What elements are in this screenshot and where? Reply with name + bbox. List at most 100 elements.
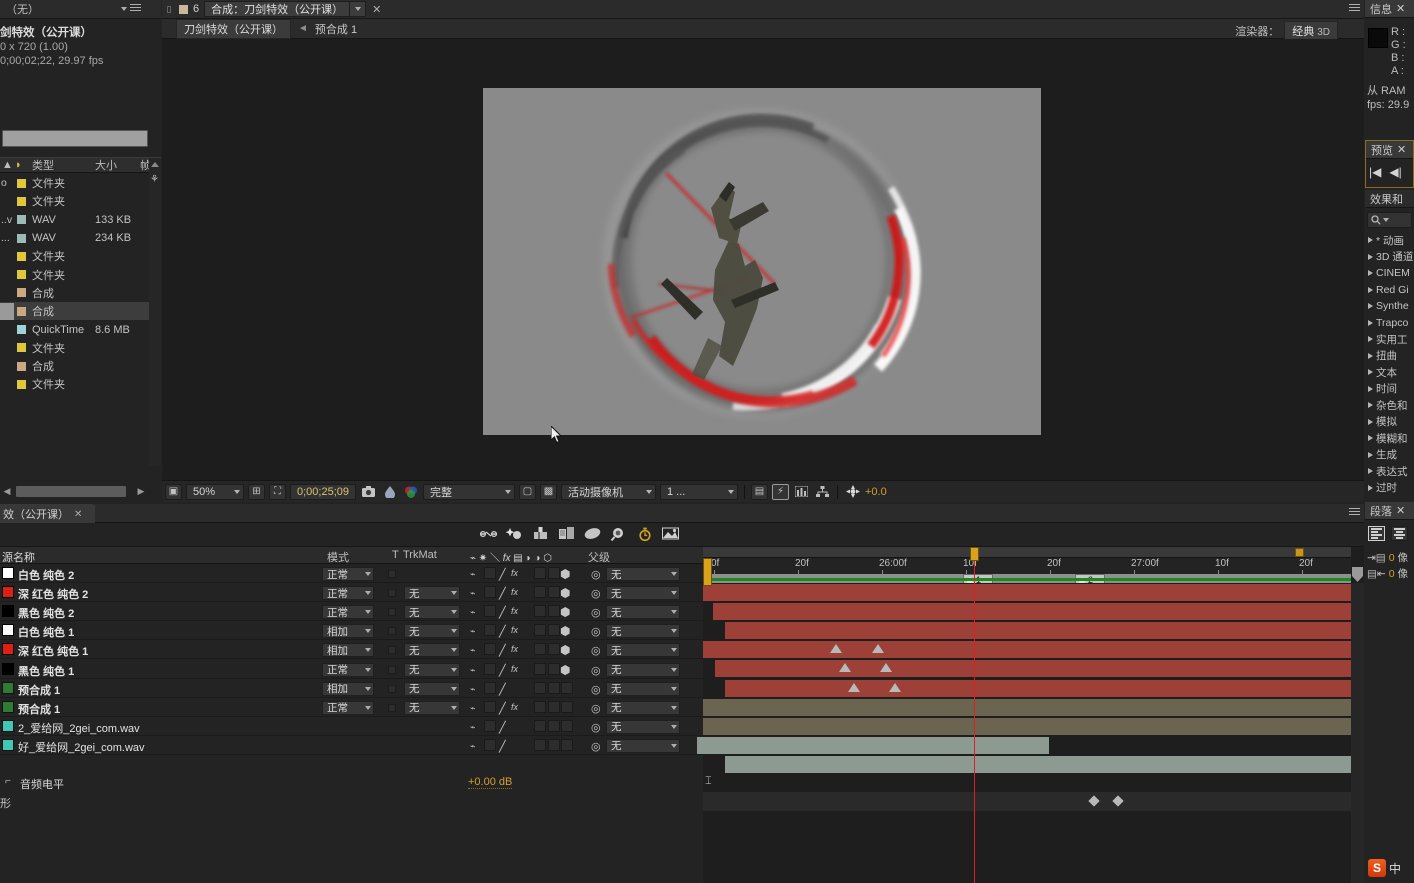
layer-video-switch[interactable]: ⌁: [470, 665, 475, 676]
tab-effects-presets[interactable]: 效果和: [1365, 190, 1414, 208]
timeline-time-area[interactable]: 0f20f26:00f10f20f27:00f10f20f 12 ⌶: [697, 547, 1364, 883]
layer-transform-icon[interactable]: ╱: [499, 625, 506, 638]
indent-left-field[interactable]: ⇥▤ 0 像: [1367, 550, 1408, 565]
item-color-swatch[interactable]: [17, 196, 26, 206]
label-tag-icon[interactable]: ◗: [15, 159, 22, 171]
layer-adjustment-switch[interactable]: [534, 719, 546, 732]
chevron-right-icon[interactable]: [1368, 237, 1373, 244]
parent-pickwhip-icon[interactable]: ◎: [591, 568, 601, 581]
layer-row[interactable]: 好_爱给网_2gei_com.wav ⌁ ╱ ◎ 无: [0, 736, 703, 755]
project-item[interactable]: 合成: [0, 357, 161, 375]
layer-audio-switch[interactable]: [484, 700, 496, 713]
layer-row[interactable]: 深 红色 纯色 2 正常 无 ⌁ ╱ fx ⬢ ◎ 无: [0, 583, 703, 603]
layer-blend-mode[interactable]: 正常: [322, 605, 374, 620]
layer-3d-switch[interactable]: [561, 700, 573, 713]
timeline-zoom-scrollbar[interactable]: [703, 547, 1351, 558]
first-frame-icon[interactable]: |◀: [1369, 165, 1381, 179]
snapshot-camera-icon[interactable]: [360, 484, 377, 500]
layer-track-matte[interactable]: 无: [404, 643, 460, 658]
effects-category[interactable]: 杂色和: [1365, 397, 1414, 414]
layer-3d-switch[interactable]: ⬢: [560, 624, 570, 638]
keyframe-marker[interactable]: [839, 663, 851, 673]
layer-video-switch[interactable]: ⌁: [470, 645, 475, 656]
keyframe-marker[interactable]: [1112, 795, 1124, 807]
parent-pickwhip-icon[interactable]: ◎: [591, 644, 601, 657]
effects-category[interactable]: Red Gi: [1365, 282, 1414, 299]
layer-audio-switch[interactable]: [484, 681, 496, 694]
timeline-track[interactable]: [703, 755, 1351, 774]
effects-category[interactable]: 表达式: [1365, 463, 1414, 480]
graph-editor-icon[interactable]: [480, 526, 497, 541]
layer-name[interactable]: 深 红色 纯色 2: [18, 586, 88, 602]
layer-track-matte[interactable]: 无: [404, 624, 460, 639]
search-magnifier-icon[interactable]: [610, 526, 627, 541]
mask-ellipse-icon[interactable]: [584, 526, 601, 541]
item-color-swatch[interactable]: [17, 178, 26, 188]
chevron-right-icon[interactable]: [1368, 451, 1373, 458]
indent-right-field[interactable]: ▤⇤ 0 像: [1367, 566, 1408, 581]
chevron-right-icon[interactable]: [1368, 418, 1373, 425]
layer-parent-selector[interactable]: 无: [606, 586, 680, 601]
composition-panel-menu[interactable]: [1349, 4, 1360, 16]
layer-row[interactable]: 白色 纯色 2 正常 ⌁ ╱ fx ⬢ ◎ 无: [0, 564, 703, 583]
layer-transform-icon[interactable]: ╱: [499, 606, 506, 619]
layer-3d-switch[interactable]: [561, 719, 573, 732]
sort-arrow-icon[interactable]: ▲: [2, 159, 13, 171]
chevron-right-icon[interactable]: [1368, 468, 1373, 475]
renderer-selector[interactable]: 渲染器： 经典 3D: [1235, 21, 1338, 41]
item-color-swatch[interactable]: [17, 306, 26, 316]
layer-row[interactable]: 黑色 纯色 2 正常 无 ⌁ ╱ fx ⬢ ◎ 无: [0, 602, 703, 622]
layer-preserve-transparency[interactable]: [388, 570, 396, 578]
composition-mini-flowchart-icon[interactable]: [662, 526, 679, 541]
column-source-name[interactable]: 源名称: [2, 549, 35, 565]
layer-name[interactable]: 2_爱给网_2gei_com.wav: [18, 720, 140, 736]
layer-duration-bar[interactable]: [703, 584, 1351, 601]
project-item[interactable]: 文件夹: [0, 375, 161, 393]
chevron-right-icon[interactable]: [1368, 253, 1373, 260]
effects-category[interactable]: 3D 通道: [1365, 249, 1414, 266]
timeline-track[interactable]: [703, 583, 1351, 602]
layer-shy-switch[interactable]: [548, 624, 560, 637]
timeline-jump-icon[interactable]: [793, 484, 810, 500]
keyframe-marker[interactable]: [889, 682, 901, 692]
layer-shy-switch[interactable]: [548, 605, 560, 618]
keyframe-marker[interactable]: [1088, 795, 1100, 807]
close-icon[interactable]: ✕: [372, 3, 381, 16]
item-color-swatch[interactable]: [17, 251, 26, 261]
fast-previews-icon[interactable]: ⚡: [772, 483, 789, 500]
project-tree-icon[interactable]: ⚘: [148, 174, 161, 186]
effects-category[interactable]: 生成: [1365, 447, 1414, 464]
region-of-interest-icon[interactable]: ⛶: [269, 483, 286, 500]
layer-name[interactable]: 白色 纯色 1: [18, 624, 74, 640]
layer-duration-bar[interactable]: [703, 717, 1351, 735]
effects-category[interactable]: 模糊和: [1365, 430, 1414, 447]
breadcrumb-child[interactable]: 预合成 1: [315, 21, 357, 37]
layer-shy-switch[interactable]: [548, 719, 560, 732]
layer-blend-mode[interactable]: 正常: [322, 567, 374, 581]
layer-video-switch[interactable]: ⌁: [470, 741, 475, 752]
layer-video-switch[interactable]: ⌁: [470, 569, 475, 580]
layer-name[interactable]: 白色 纯色 2: [18, 567, 74, 583]
previous-frame-icon[interactable]: ◀|: [1389, 165, 1401, 179]
layer-preserve-transparency[interactable]: [388, 608, 396, 617]
layer-adjustment-switch[interactable]: [534, 586, 546, 599]
effects-category[interactable]: 文本: [1365, 364, 1414, 381]
scroll-up-icon[interactable]: [151, 162, 159, 167]
effects-category[interactable]: 扭曲: [1365, 348, 1414, 365]
layer-blend-mode[interactable]: 相加: [322, 624, 374, 639]
view-layout-selector[interactable]: 1 ...: [660, 483, 738, 500]
column-size[interactable]: 大小: [95, 157, 117, 173]
toggle-transparency-grid-icon[interactable]: ▢: [519, 483, 536, 500]
layer-blend-mode[interactable]: 相加: [322, 681, 374, 696]
project-panel-menu[interactable]: [121, 4, 141, 13]
show-snapshot-icon[interactable]: [381, 484, 398, 500]
resolution-selector[interactable]: 完整: [423, 483, 515, 500]
exposure-reset-icon[interactable]: [844, 484, 861, 500]
align-center-button[interactable]: [1391, 526, 1408, 541]
keyframe-marker[interactable]: [848, 682, 860, 692]
layer-adjustment-switch[interactable]: [534, 700, 546, 713]
layer-shy-switch[interactable]: [548, 681, 560, 694]
zoom-thumb[interactable]: [1295, 548, 1304, 557]
layer-duration-bar[interactable]: [713, 603, 1351, 621]
layer-effects-icon[interactable]: fx: [511, 664, 518, 674]
